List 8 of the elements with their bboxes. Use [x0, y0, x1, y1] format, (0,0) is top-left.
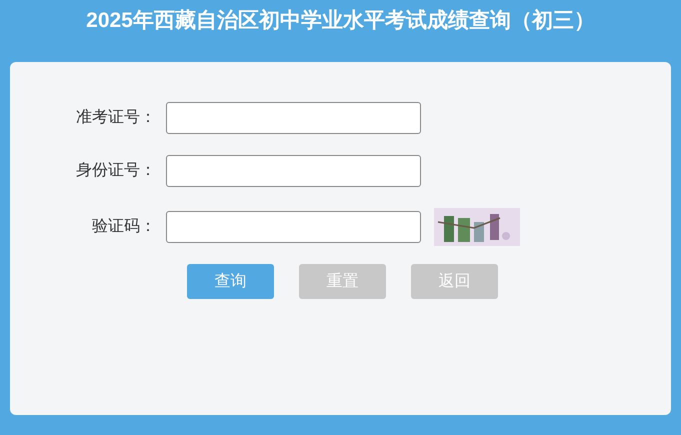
form-button[interactable]: 查询 [187, 264, 274, 299]
page-title: 2025年西藏自治区初中学业水平考试成绩查询（初三） [86, 8, 595, 34]
field-label: 准考证号： [75, 108, 156, 128]
field-label: 身份证号： [75, 161, 156, 181]
input-field[interactable] [166, 102, 421, 134]
input-field[interactable] [166, 155, 421, 187]
field-label: 验证码： [91, 217, 156, 237]
input-field[interactable] [166, 211, 421, 243]
